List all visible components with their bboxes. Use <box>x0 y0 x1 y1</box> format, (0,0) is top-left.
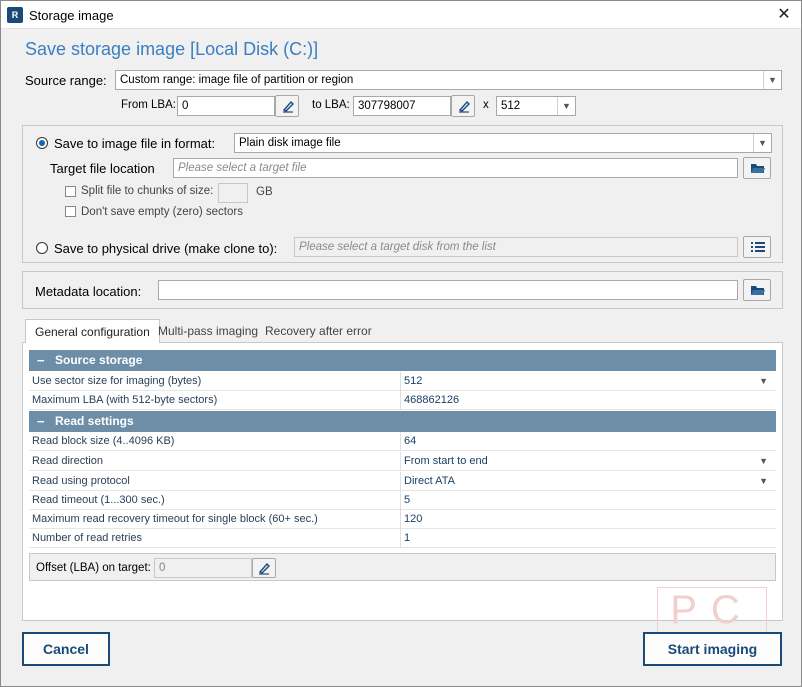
to-lba-label: to LBA: <box>312 99 350 111</box>
split-size-input[interactable] <box>218 183 248 203</box>
property-row-read-direction[interactable]: Read direction From start to end ▼ <box>29 452 776 471</box>
pencil-icon <box>458 100 470 113</box>
sector-size-value: 512 <box>501 100 521 112</box>
tab-recovery-after-error[interactable]: Recovery after error <box>256 319 381 343</box>
save-to-drive-label: Save to physical drive (make clone to): <box>54 241 278 256</box>
from-lba-edit-button[interactable] <box>275 95 299 117</box>
property-row-recovery-timeout[interactable]: Maximum read recovery timeout for single… <box>29 510 776 529</box>
pencil-icon <box>282 100 294 113</box>
cancel-button[interactable]: Cancel <box>22 632 110 666</box>
collapse-icon: − <box>37 353 45 368</box>
property-row-protocol[interactable]: Read using protocol Direct ATA ▼ <box>29 472 776 491</box>
skip-empty-checkbox[interactable] <box>65 206 76 217</box>
target-file-input[interactable]: Please select a target file <box>173 158 738 178</box>
property-row-sector-size[interactable]: Use sector size for imaging (bytes) 512 … <box>29 372 776 391</box>
property-row-read-timeout[interactable]: Read timeout (1...300 sec.) 5 <box>29 491 776 510</box>
window-title: Storage image <box>29 8 114 23</box>
pencil-icon <box>258 562 270 575</box>
title-bar: R Storage image ✕ <box>1 1 801 29</box>
source-storage-header[interactable]: − Source storage <box>29 350 776 371</box>
list-icon <box>751 242 765 252</box>
property-row-max-lba[interactable]: Maximum LBA (with 512-byte sectors) 4688… <box>29 391 776 410</box>
to-lba-edit-button[interactable] <box>451 95 475 117</box>
source-range-select[interactable]: Custom range: image file of partition or… <box>115 70 782 90</box>
property-row-block-size[interactable]: Read block size (4..4096 KB) 64 <box>29 432 776 451</box>
property-row-read-retries[interactable]: Number of read retries 1 <box>29 529 776 548</box>
chevron-down-icon: ▼ <box>759 476 768 486</box>
target-disk-input[interactable]: Please select a target disk from the lis… <box>294 237 738 257</box>
split-file-label: Split file to chunks of size: <box>81 185 214 197</box>
sector-size-select[interactable]: 512 ▼ <box>496 96 576 116</box>
from-lba-label: From LBA: <box>121 99 176 111</box>
source-range-value: Custom range: image file of partition or… <box>120 74 354 86</box>
chevron-down-icon: ▼ <box>759 456 768 466</box>
image-format-value: Plain disk image file <box>239 137 341 149</box>
watermark-logo: PC <box>657 587 767 633</box>
tab-general-configuration[interactable]: General configuration <box>25 319 160 343</box>
offset-input[interactable]: 0 <box>154 558 252 578</box>
chevron-down-icon: ▼ <box>759 376 768 386</box>
from-lba-input[interactable]: 0 <box>177 96 275 116</box>
chevron-down-icon: ▼ <box>763 71 781 89</box>
folder-open-icon <box>751 164 765 173</box>
save-to-drive-radio[interactable] <box>36 242 48 254</box>
storage-image-dialog: R Storage image ✕ Save storage image [Lo… <box>0 0 802 687</box>
skip-empty-label: Don't save empty (zero) sectors <box>81 206 243 218</box>
start-imaging-button[interactable]: Start imaging <box>643 632 782 666</box>
split-unit-label: GB <box>256 186 273 198</box>
offset-label: Offset (LBA) on target: <box>36 562 151 574</box>
to-lba-input[interactable]: 307798007 <box>353 96 451 116</box>
page-title: Save storage image [Local Disk (C:)] <box>25 39 319 59</box>
chevron-down-icon: ▼ <box>753 134 771 152</box>
save-to-image-radio[interactable] <box>36 137 48 149</box>
browse-metadata-button[interactable] <box>743 279 771 301</box>
times-label: x <box>483 99 489 111</box>
metadata-input[interactable] <box>158 280 738 300</box>
source-range-label: Source range: <box>25 73 107 88</box>
close-icon[interactable]: ✕ <box>767 1 801 29</box>
split-file-checkbox[interactable] <box>65 186 76 197</box>
offset-edit-button[interactable] <box>252 558 276 578</box>
metadata-label: Metadata location: <box>35 284 142 299</box>
chevron-down-icon: ▼ <box>557 97 575 115</box>
folder-open-icon <box>751 286 765 295</box>
save-to-image-label: Save to image file in format: <box>54 136 216 151</box>
app-icon: R <box>7 7 23 23</box>
select-disk-button[interactable] <box>743 236 771 258</box>
image-format-select[interactable]: Plain disk image file ▼ <box>234 133 772 153</box>
target-file-label: Target file location <box>50 161 155 176</box>
tab-multi-pass-imaging[interactable]: Multi-pass imaging <box>149 319 267 343</box>
browse-target-button[interactable] <box>743 157 771 179</box>
collapse-icon: − <box>37 414 45 429</box>
read-settings-header[interactable]: − Read settings <box>29 411 776 432</box>
